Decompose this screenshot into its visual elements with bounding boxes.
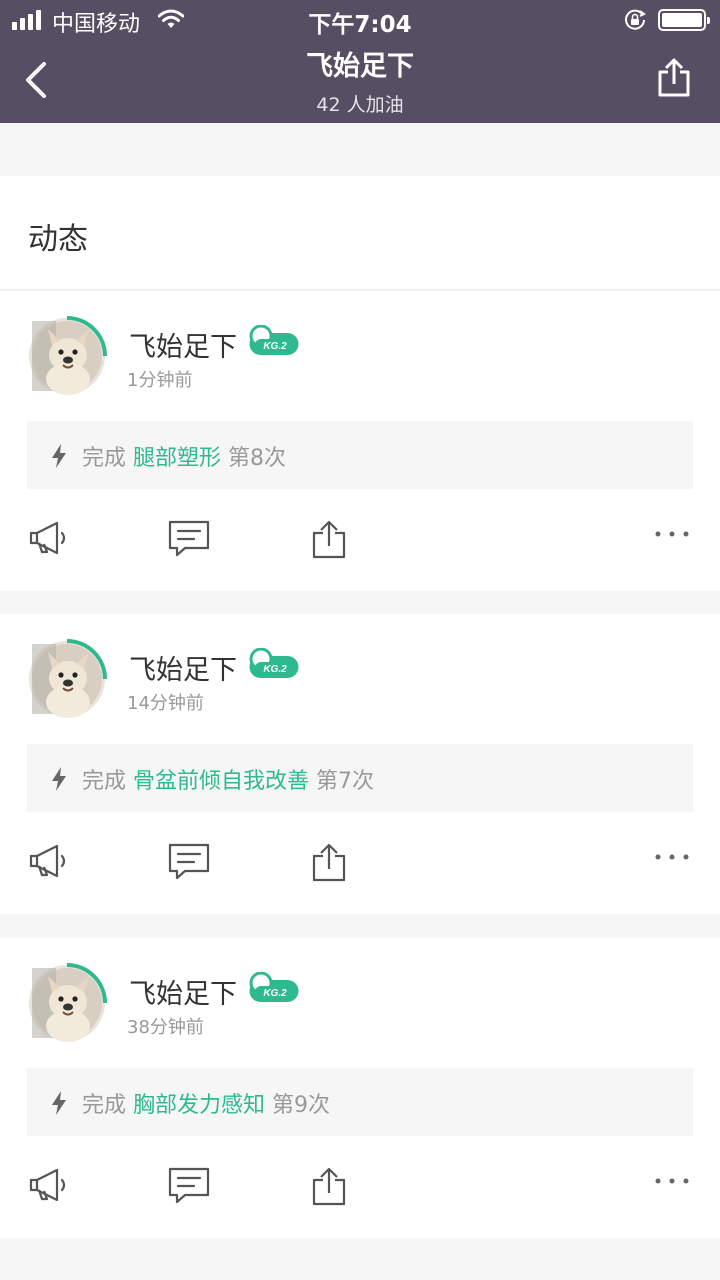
cheer-megaphone-icon[interactable]: [27, 519, 71, 557]
post-time: 1分钟前: [127, 370, 193, 391]
cheer-megaphone-icon[interactable]: [27, 1166, 71, 1204]
activity-verb: 完成: [82, 1093, 127, 1118]
user-name[interactable]: 飞始足下: [129, 972, 237, 1011]
course-link[interactable]: 胸部发力感知: [133, 1093, 265, 1118]
course-link[interactable]: 骨盆前倾自我改善: [133, 769, 309, 794]
cheer-megaphone-icon[interactable]: [27, 842, 71, 880]
comment-icon[interactable]: [167, 519, 211, 559]
activity-text: 完成 腿部塑形 第8次: [82, 440, 286, 472]
session-count: 第9次: [272, 1093, 331, 1118]
comment-icon[interactable]: [167, 842, 211, 882]
activity-verb: 完成: [82, 446, 127, 471]
more-options-icon[interactable]: [654, 1176, 690, 1186]
avatar[interactable]: [26, 962, 108, 1044]
activity-verb: 完成: [82, 769, 127, 794]
more-options-icon[interactable]: [654, 529, 690, 539]
feed-card: 飞始足下 KG.2 14分钟前 完成 骨盆前倾自我改善 第7次: [0, 614, 720, 914]
avatar[interactable]: [26, 315, 108, 397]
feed-card: 飞始足下 KG.2 38分钟前 完成 胸部发力感知 第9次: [0, 938, 720, 1238]
section-header: 动态: [0, 176, 720, 290]
battery-icon: [658, 9, 710, 31]
level-badge-icon: KG.2: [249, 325, 299, 355]
activity-summary[interactable]: 完成 胸部发力感知 第9次: [27, 1068, 693, 1136]
share-icon[interactable]: [311, 842, 347, 882]
session-count: 第7次: [316, 769, 375, 794]
course-link[interactable]: 腿部塑形: [133, 446, 221, 471]
lightning-icon: [52, 767, 66, 791]
level-badge-icon: KG.2: [249, 648, 299, 678]
share-icon[interactable]: [311, 519, 347, 559]
status-time: 下午7:04: [308, 12, 412, 38]
level-badge-label: KG.2: [263, 664, 287, 675]
avatar[interactable]: [26, 638, 108, 720]
activity-summary[interactable]: 完成 骨盆前倾自我改善 第7次: [27, 744, 693, 812]
rotation-lock-icon: [625, 9, 646, 30]
cheer-count: 42 人加油: [316, 94, 404, 116]
level-badge-icon: KG.2: [249, 972, 299, 1002]
post-time: 14分钟前: [127, 693, 204, 714]
post-time: 38分钟前: [127, 1017, 204, 1038]
share-button[interactable]: [656, 58, 692, 98]
more-options-icon[interactable]: [654, 852, 690, 862]
share-icon[interactable]: [311, 1166, 347, 1206]
user-name[interactable]: 飞始足下: [129, 648, 237, 687]
activity-text: 完成 胸部发力感知 第9次: [82, 1087, 330, 1119]
comment-icon[interactable]: [167, 1166, 211, 1206]
page-title: 飞始足下: [306, 51, 414, 82]
user-name[interactable]: 飞始足下: [129, 325, 237, 364]
lightning-icon: [52, 444, 66, 468]
lightning-icon: [52, 1091, 66, 1115]
feed-card: 飞始足下 KG.2 1分钟前 完成 腿部塑形 第8次: [0, 291, 720, 591]
activity-summary[interactable]: 完成 腿部塑形 第8次: [27, 421, 693, 489]
level-badge-label: KG.2: [263, 341, 287, 352]
section-title: 动态: [28, 222, 88, 257]
top-bar: 中国移动 下午7:04 飞始足下 42 人加油: [0, 0, 720, 123]
status-bar: 中国移动 下午7:04: [0, 0, 720, 40]
session-count: 第8次: [228, 446, 287, 471]
level-badge-label: KG.2: [263, 988, 287, 999]
activity-text: 完成 骨盆前倾自我改善 第7次: [82, 763, 374, 795]
